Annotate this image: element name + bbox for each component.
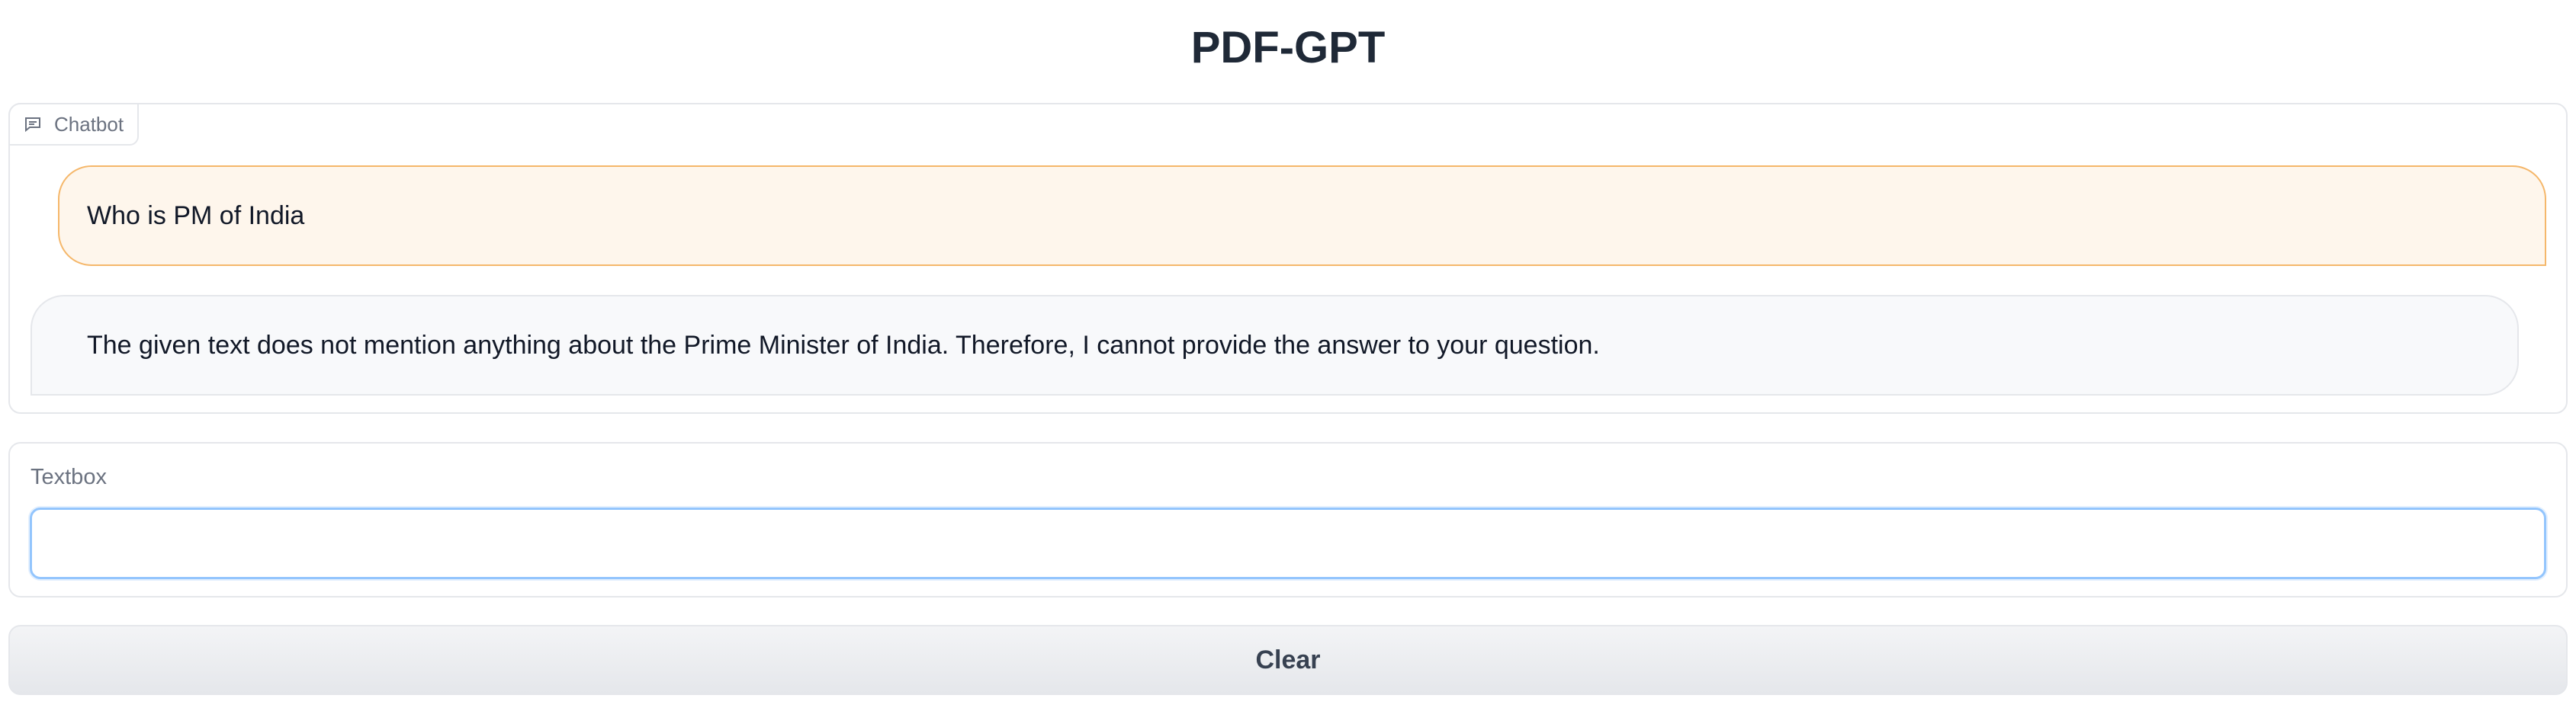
page-title: PDF-GPT	[1190, 23, 1386, 72]
bot-message: The given text does not mention anything…	[31, 295, 2519, 396]
chat-icon	[24, 115, 42, 133]
chatbot-panel: Chatbot Who is PM of India The given tex…	[8, 103, 2568, 414]
chatbot-label-text: Chatbot	[54, 112, 124, 136]
bot-message-text: The given text does not mention anything…	[87, 330, 1600, 360]
user-message-text: Who is PM of India	[87, 200, 305, 230]
textbox-label: Textbox	[31, 465, 107, 489]
chatbot-label: Chatbot	[8, 103, 140, 146]
user-message: Who is PM of India	[58, 165, 2546, 266]
textbox-panel: Textbox	[8, 442, 2568, 597]
message-input[interactable]	[30, 508, 2546, 579]
clear-button[interactable]: Clear	[8, 625, 2568, 695]
page: PDF-GPT Chatbot Who is PM of India The g…	[0, 0, 2576, 724]
